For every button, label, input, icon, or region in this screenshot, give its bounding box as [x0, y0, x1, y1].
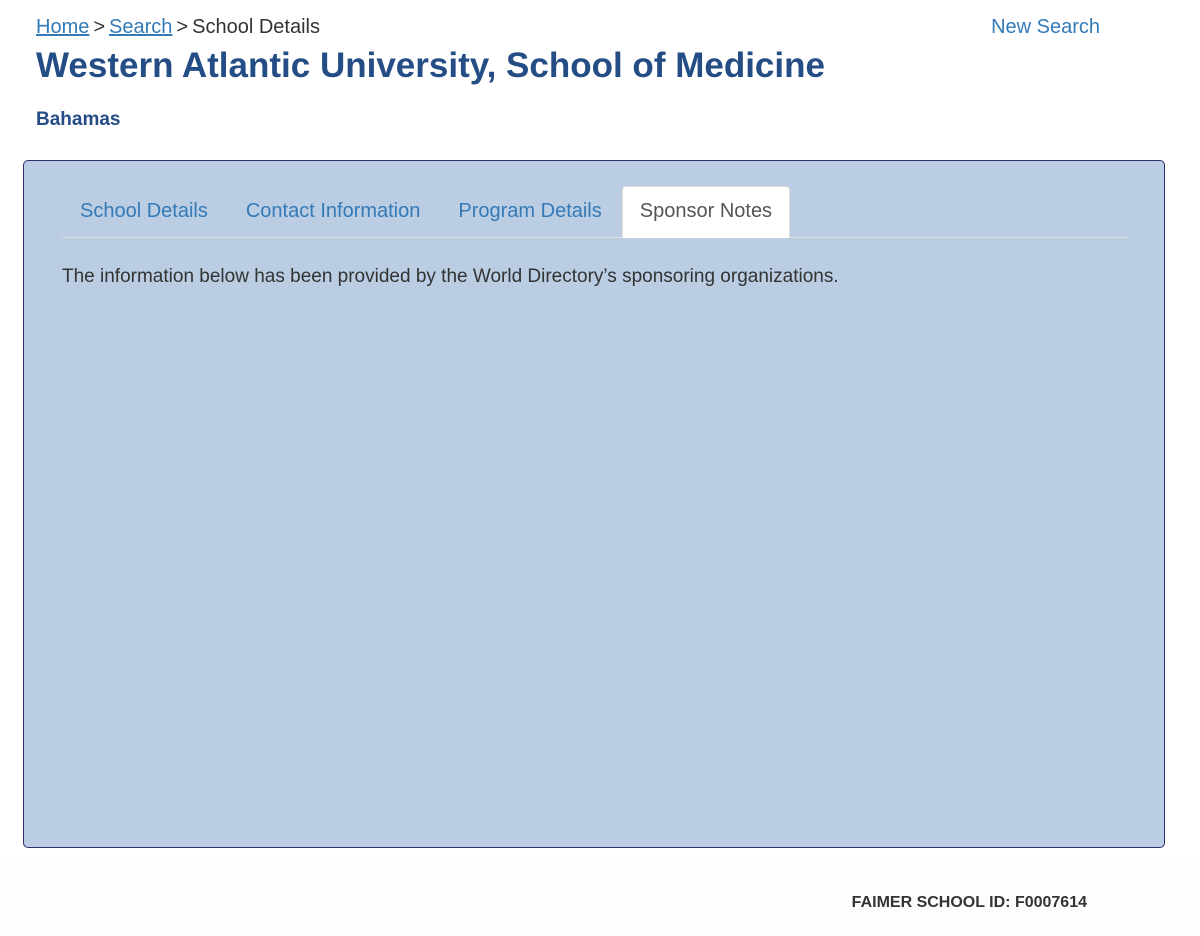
school-details-page: Home > Search > School Details New Search We… — [0, 0, 1200, 936]
tab-bar: School Details Contact Information Progr… — [62, 186, 1128, 238]
tab-program-details[interactable]: Program Details — [440, 186, 619, 237]
faimer-school-id: FAIMER SCHOOL ID: F0007614 — [851, 894, 1087, 911]
new-search-link[interactable]: New Search — [991, 15, 1100, 39]
tab-contact-information[interactable]: Contact Information — [228, 186, 439, 237]
breadcrumb-home-link[interactable]: Home — [36, 16, 89, 38]
breadcrumb: Home > Search > School Details — [36, 15, 320, 39]
school-country: Bahamas — [36, 109, 121, 130]
breadcrumb-current: School Details — [192, 16, 320, 38]
tab-school-details[interactable]: School Details — [62, 186, 226, 237]
sponsor-notes-intro: The information below has been provided … — [62, 266, 839, 287]
school-details-panel: School Details Contact Information Progr… — [23, 160, 1165, 848]
tab-sponsor-notes[interactable]: Sponsor Notes — [621, 186, 791, 238]
breadcrumb-search-link[interactable]: Search — [109, 16, 172, 38]
breadcrumb-separator: > — [176, 16, 189, 38]
page-title: Western Atlantic University, School of M… — [36, 46, 825, 85]
breadcrumb-separator: > — [93, 16, 106, 38]
